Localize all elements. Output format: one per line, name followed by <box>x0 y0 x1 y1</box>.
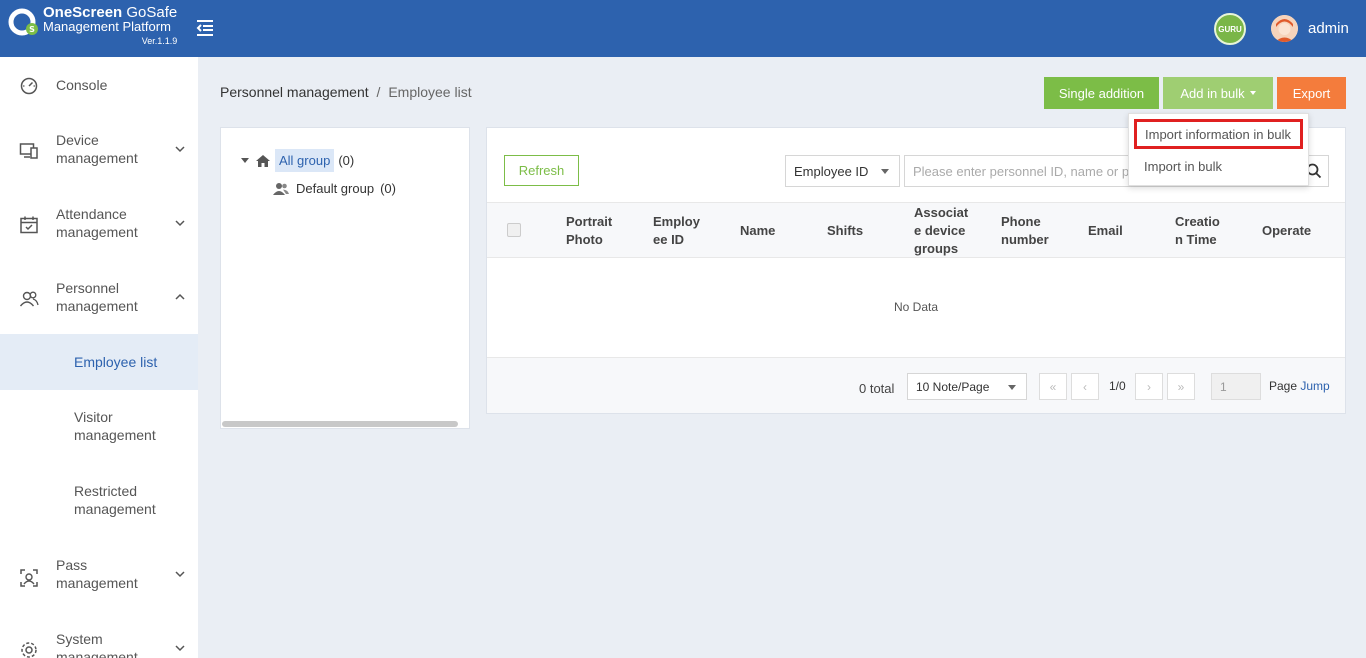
sidebar-item-label: System management <box>56 631 138 658</box>
page-size-value: 10 Note/Page <box>916 379 990 394</box>
breadcrumb-current: Employee list <box>388 84 472 100</box>
user-avatar-icon <box>1271 15 1298 42</box>
chevron-down-icon <box>175 220 185 227</box>
sidebar-item-label: Personnel management <box>56 280 138 314</box>
chevron-down-icon <box>175 146 185 153</box>
calendar-icon <box>20 216 38 234</box>
svg-text:S: S <box>29 25 35 34</box>
caret-down-icon <box>1249 91 1256 95</box>
column-associate-device-groups: Associat e device groups <box>914 205 969 256</box>
menu-item-import-information-in-bulk[interactable]: Import information in bulk <box>1134 119 1303 149</box>
total-count: 0 total <box>859 381 895 396</box>
home-icon <box>256 154 270 167</box>
caret-down-icon <box>881 169 889 174</box>
brand-block: OneScreen GoSafe Management Platform Ver… <box>43 5 178 48</box>
column-portrait-photo: Portrait Photo <box>566 214 613 247</box>
breadcrumb-parent[interactable]: Personnel management <box>220 84 369 100</box>
username-label[interactable]: admin <box>1308 20 1349 37</box>
tree-node-label: All group <box>275 149 335 172</box>
avatar[interactable] <box>1271 15 1298 42</box>
brand-subtitle: Management Platform <box>43 19 171 34</box>
tree-expand-icon[interactable] <box>241 158 249 163</box>
pagination-bar: 0 total 10 Note/Page « ‹ 1/0 › » Page Ju… <box>487 357 1345 413</box>
sidebar-item-pass-management[interactable]: Pass management <box>0 556 198 612</box>
add-in-bulk-button[interactable]: Add in bulk <box>1163 77 1273 109</box>
tree-node-label: Default group <box>296 181 375 196</box>
tree-node-default-group[interactable]: Default group (0) <box>273 181 396 196</box>
device-icon <box>19 143 38 159</box>
group-tree-panel: All group (0) Default group (0) <box>220 127 470 429</box>
chevron-down-icon <box>175 571 185 578</box>
add-in-bulk-label: Add in bulk <box>1180 85 1245 101</box>
sidebar-item-restricted-management[interactable]: Restricted management <box>0 482 198 538</box>
caret-down-icon <box>1008 384 1016 390</box>
first-page-button[interactable]: « <box>1039 373 1067 400</box>
group-users-icon <box>273 182 289 195</box>
tree-node-count: (0) <box>338 153 355 168</box>
sidebar: Console Device management Attendance man… <box>0 57 198 658</box>
chevron-up-icon <box>175 293 185 300</box>
sidebar-item-personnel-management[interactable]: Personnel management <box>0 279 198 335</box>
table-header: Portrait Photo Employ ee ID Name Shifts As… <box>487 202 1345 258</box>
sidebar-item-device-management[interactable]: Device management <box>0 131 198 187</box>
jump-link[interactable]: Jump <box>1300 379 1329 393</box>
guru-badge-icon[interactable]: GURU <box>1214 13 1246 45</box>
sidebar-item-label: Console <box>56 77 108 93</box>
page-indicator: 1/0 <box>1109 379 1126 393</box>
face-scan-icon <box>20 569 38 587</box>
chevron-down-icon <box>175 645 185 652</box>
add-in-bulk-menu: Import information in bulk Import in bul… <box>1128 113 1309 186</box>
sidebar-item-label: Employee list <box>74 354 158 370</box>
search-field-value: Employee ID <box>794 163 869 179</box>
page-jump-label-wrap: Page Jump <box>1269 379 1330 393</box>
refresh-button[interactable]: Refresh <box>504 155 579 186</box>
menu-collapse-icon[interactable] <box>193 16 217 40</box>
column-employee-id: Employ ee ID <box>653 214 700 247</box>
sidebar-item-attendance-management[interactable]: Attendance management <box>0 205 198 261</box>
column-phone-number: Phone number <box>1001 214 1049 247</box>
tree-node-all-group[interactable]: All group (0) <box>241 149 354 172</box>
sidebar-item-employee-list[interactable]: Employee list <box>0 334 198 390</box>
sidebar-item-label: Visitor management <box>74 409 156 443</box>
gear-icon <box>21 642 37 658</box>
export-button[interactable]: Export <box>1277 77 1346 109</box>
tree-node-count: (0) <box>380 181 396 196</box>
column-creation-time: Creatio n Time <box>1175 214 1220 247</box>
sidebar-item-visitor-management[interactable]: Visitor management <box>0 408 198 464</box>
prev-page-button[interactable]: ‹ <box>1071 373 1099 400</box>
sidebar-item-label: Device management <box>56 132 138 166</box>
breadcrumb-separator: / <box>376 84 381 100</box>
top-header: S OneScreen GoSafe Management Platform V… <box>0 0 1366 57</box>
menu-item-import-in-bulk[interactable]: Import in bulk <box>1129 151 1308 181</box>
sidebar-item-console[interactable]: Console <box>0 57 198 113</box>
last-page-button[interactable]: » <box>1167 373 1195 400</box>
onescreen-logo-icon: S <box>8 8 38 36</box>
sidebar-item-label: Attendance management <box>56 206 138 240</box>
breadcrumb: Personnel management / Employee list <box>220 84 472 100</box>
sidebar-item-label: Restricted management <box>74 483 156 517</box>
search-field-select[interactable]: Employee ID <box>785 155 900 187</box>
sidebar-item-label: Pass management <box>56 557 138 591</box>
sidebar-item-system-management[interactable]: System management <box>0 630 198 658</box>
page-size-select[interactable]: 10 Note/Page <box>907 373 1027 400</box>
page-jump-input[interactable] <box>1211 373 1261 400</box>
select-all-checkbox[interactable] <box>507 223 521 237</box>
dashboard-icon <box>20 77 38 95</box>
column-name: Name <box>740 223 776 238</box>
column-operate: Operate <box>1262 223 1312 238</box>
column-shifts: Shifts <box>827 223 864 238</box>
column-email: Email <box>1088 223 1123 238</box>
next-page-button[interactable]: › <box>1135 373 1163 400</box>
empty-table-message: No Data <box>893 300 939 314</box>
users-icon <box>19 291 39 307</box>
page-label: Page <box>1269 379 1298 393</box>
horizontal-scrollbar[interactable] <box>222 421 458 427</box>
single-addition-button[interactable]: Single addition <box>1044 77 1159 109</box>
version-label: Ver.1.1.9 <box>141 36 178 46</box>
